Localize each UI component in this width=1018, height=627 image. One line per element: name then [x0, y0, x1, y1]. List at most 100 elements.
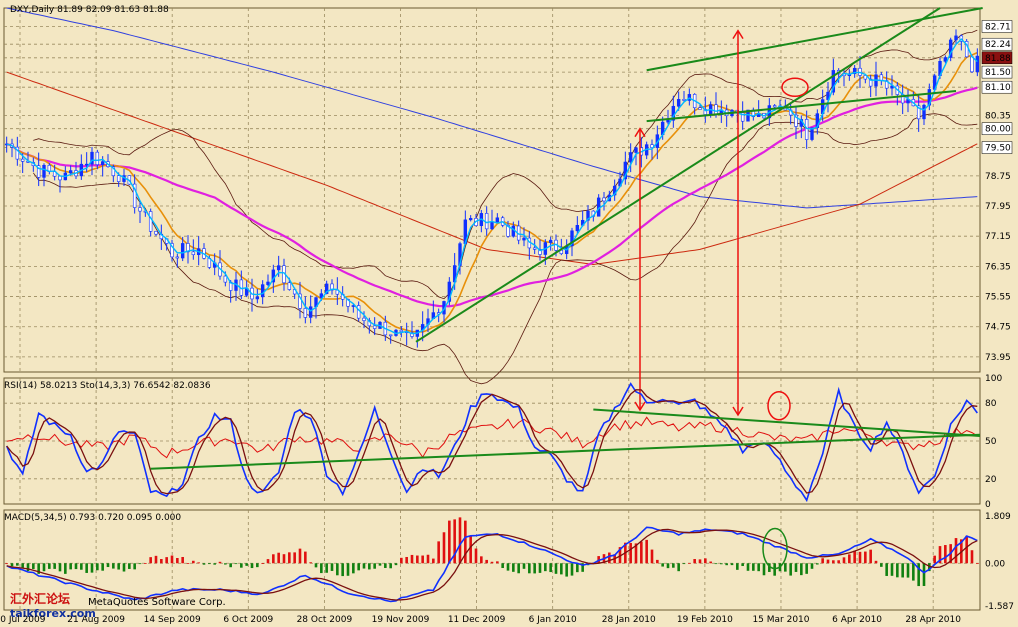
macd-histogram-bar — [661, 563, 664, 567]
macd-histogram-bar — [197, 562, 200, 564]
macd-histogram-bar — [389, 563, 392, 569]
x-tick-label: 21 Aug 2009 — [67, 615, 125, 625]
macd-histogram-bar — [42, 563, 46, 572]
macd-histogram-bar — [826, 559, 830, 564]
macd-histogram-bar — [794, 563, 798, 572]
macd-histogram-bar — [373, 563, 376, 569]
macd-histogram-bar — [677, 563, 680, 572]
macd-histogram-bar — [549, 563, 552, 573]
candle-body — [666, 119, 670, 123]
macd-histogram-bar — [480, 556, 483, 564]
candle-body — [772, 105, 777, 108]
macd-histogram-bar — [762, 563, 766, 576]
macd-histogram-bar — [410, 554, 414, 564]
candle-body — [255, 296, 260, 300]
macd-histogram-bar — [186, 563, 190, 564]
macd-histogram-bar — [144, 563, 147, 564]
macd-histogram-bar — [208, 563, 211, 565]
candle-body — [970, 56, 974, 73]
y-tick-label: 80.00 — [985, 125, 1011, 135]
macd-histogram-bar — [202, 563, 206, 565]
y-tick-label: 81.50 — [985, 68, 1011, 78]
macd-histogram-bar — [517, 563, 520, 574]
macd-histogram-bar — [896, 563, 899, 578]
candle-body — [154, 230, 158, 235]
macd-histogram-bar — [320, 563, 323, 574]
x-tick-label: 28 Oct 2009 — [297, 615, 353, 625]
y-tick-label: 77.95 — [985, 202, 1011, 212]
candle-body — [180, 243, 185, 259]
candle-body — [100, 161, 105, 165]
macd-histogram-bar — [368, 563, 371, 570]
macd-histogram-bar — [693, 559, 696, 564]
macd-histogram-bar — [90, 563, 94, 573]
macd-histogram-bar — [218, 561, 222, 564]
candle-body — [276, 265, 281, 271]
y-tick-label: 77.15 — [985, 232, 1011, 242]
macd-histogram-bar — [629, 542, 632, 564]
macd-histogram-bar — [800, 563, 803, 576]
y-tick-label: 81.10 — [985, 83, 1011, 93]
macd-histogram-bar — [69, 563, 72, 570]
macd-histogram-bar — [272, 554, 275, 564]
macd-histogram-bar — [261, 563, 264, 564]
macd-histogram-bar — [245, 563, 248, 566]
y-tick-label: 75.55 — [985, 293, 1011, 303]
macd-histogram-bar — [170, 555, 174, 564]
macd-histogram-bar — [789, 563, 792, 576]
macd-histogram-bar — [954, 538, 958, 564]
chart-canvas: DXY,Daily 81.89 82.09 81.63 81.88 RSI(14… — [0, 0, 1018, 627]
macd-histogram-bar — [933, 555, 936, 564]
macd-histogram-bar — [357, 563, 360, 571]
macd-histogram-bar — [965, 535, 968, 564]
macd-histogram-bar — [901, 563, 904, 578]
candle-body — [975, 55, 980, 73]
candle-body — [356, 305, 361, 319]
macd-histogram-bar — [21, 563, 24, 568]
macd-histogram-bar — [522, 563, 526, 569]
candle-body — [42, 164, 46, 178]
candle-body — [308, 306, 313, 318]
macd-histogram-bar — [880, 563, 883, 567]
candle-body — [175, 256, 180, 259]
candle-body — [84, 163, 89, 166]
x-tick-label: 19 Nov 2009 — [372, 615, 430, 625]
x-tick-label: 15 Mar 2010 — [752, 615, 809, 625]
candle-body — [522, 237, 526, 241]
macd-histogram-bar — [112, 563, 115, 569]
macd-histogram-bar — [714, 563, 718, 565]
candle-body — [698, 107, 702, 110]
macd-histogram-bar — [821, 558, 824, 564]
macd-histogram-bar — [906, 563, 910, 578]
macd-histogram-bar — [704, 558, 707, 564]
macd-histogram-bar — [74, 563, 78, 570]
macd-histogram-bar — [805, 563, 808, 574]
y-tick-label: 76.35 — [985, 262, 1011, 272]
macd-histogram-bar — [496, 561, 499, 564]
macd-histogram-bar — [106, 563, 110, 568]
macd-histogram-bar — [554, 563, 558, 574]
macd-histogram-bar — [784, 563, 787, 572]
macd-histogram-bar — [250, 563, 254, 569]
candle-body — [399, 329, 404, 332]
y-tick-label: 78.75 — [985, 172, 1011, 182]
macd-histogram-bar — [538, 563, 542, 573]
macd-histogram-bar — [725, 563, 728, 566]
macd-histogram-bar — [853, 550, 856, 564]
macd-histogram-bar — [224, 563, 227, 565]
macd-histogram-bar — [890, 563, 894, 576]
y-tick-label: 73.95 — [985, 353, 1011, 363]
macd-histogram-bar — [394, 563, 398, 566]
macd-histogram-bar — [160, 559, 163, 564]
candle-body — [468, 218, 473, 221]
candle-body — [548, 239, 553, 243]
macd-histogram-bar — [816, 563, 819, 565]
macd-histogram-bar — [458, 517, 462, 564]
candle-body — [58, 175, 62, 181]
candle-body — [287, 282, 292, 290]
candle-body — [634, 147, 638, 153]
macd-histogram-bar — [672, 563, 675, 568]
macd-histogram-bar — [96, 563, 99, 571]
price-panel-title: DXY,Daily 81.89 82.09 81.63 81.88 — [10, 5, 169, 15]
x-tick-label: 28 Apr 2010 — [905, 615, 961, 625]
